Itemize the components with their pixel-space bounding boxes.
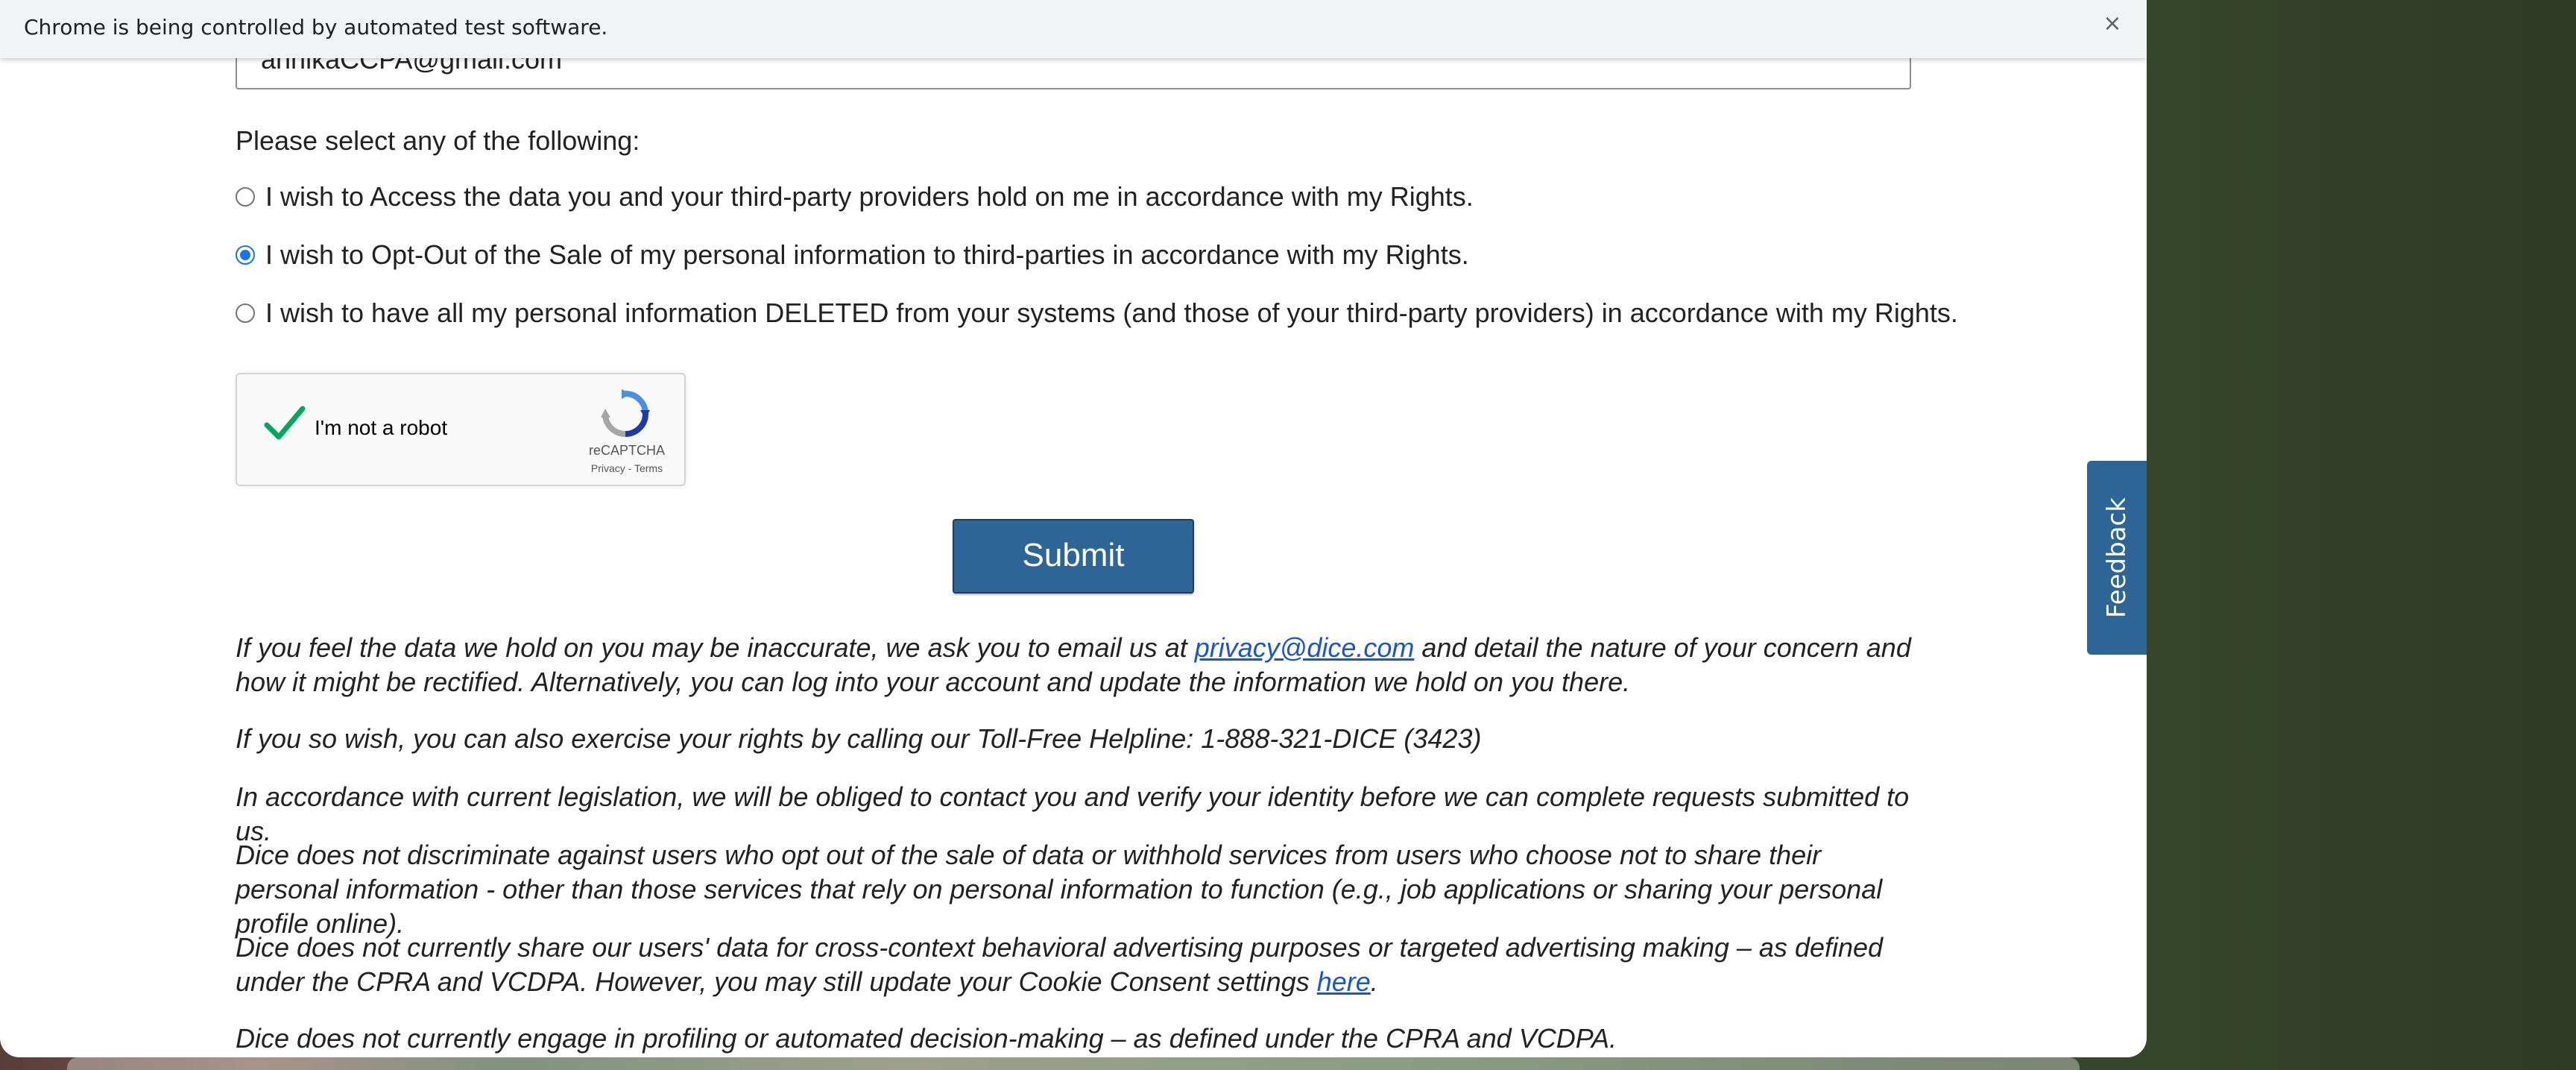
note-advertising-text-1: Dice does not currently share our users'… [236, 932, 1884, 997]
note-helpline: If you so wish, you can also exercise yo… [236, 723, 1482, 754]
recaptcha-brand: reCAPTCHA [588, 443, 665, 458]
submit-button[interactable]: Submit [953, 519, 1194, 594]
note-inaccurate-text-1: If you feel the data we hold on you may … [236, 632, 1195, 663]
feedback-label: Feedback [2102, 497, 2132, 618]
recaptcha-privacy-terms[interactable]: Privacy - Terms [578, 462, 675, 474]
note-advertising: Dice does not currently share our users'… [236, 931, 1920, 999]
select-prompt: Please select any of the following: [236, 125, 640, 156]
privacy-email-link[interactable]: privacy@dice.com [1195, 632, 1415, 663]
note-advertising-text-2: . [1370, 966, 1378, 997]
option-access-label: I wish to Access the data you and your t… [265, 181, 1474, 212]
radio-delete[interactable] [236, 303, 255, 323]
recaptcha-logo-icon [601, 389, 650, 437]
checkmark-icon[interactable] [262, 401, 307, 446]
radio-access[interactable] [236, 187, 255, 207]
option-opt-out-label: I wish to Opt-Out of the Sale of my pers… [265, 239, 1469, 270]
radio-opt-out[interactable] [236, 245, 255, 265]
option-delete-label: I wish to have all my personal informati… [265, 298, 1958, 328]
infobar-text: Chrome is being controlled by automated … [24, 15, 608, 40]
browser-window: Please select any of the following: I wi… [0, 0, 2147, 1057]
note-no-discrimination: Dice does not discriminate against users… [236, 840, 1883, 939]
page-content: Please select any of the following: I wi… [0, 0, 2147, 1057]
automation-infobar: Chrome is being controlled by automated … [0, 0, 2147, 58]
option-access[interactable]: I wish to Access the data you and your t… [236, 180, 1474, 213]
feedback-tab[interactable]: Feedback [2087, 461, 2147, 655]
close-icon[interactable]: × [2099, 10, 2126, 37]
note-profiling: Dice does not currently engage in profil… [236, 1023, 1617, 1054]
recaptcha-widget[interactable]: I'm not a robot reCAPTCHA Privacy - Term… [236, 373, 686, 486]
background-window-edge [67, 1057, 2080, 1070]
option-delete[interactable]: I wish to have all my personal informati… [236, 297, 1958, 330]
option-opt-out[interactable]: I wish to Opt-Out of the Sale of my pers… [236, 239, 1469, 271]
recaptcha-label: I'm not a robot [315, 416, 448, 439]
note-inaccurate-data: If you feel the data we hold on you may … [236, 631, 1920, 699]
cookie-settings-link[interactable]: here [1317, 966, 1371, 997]
